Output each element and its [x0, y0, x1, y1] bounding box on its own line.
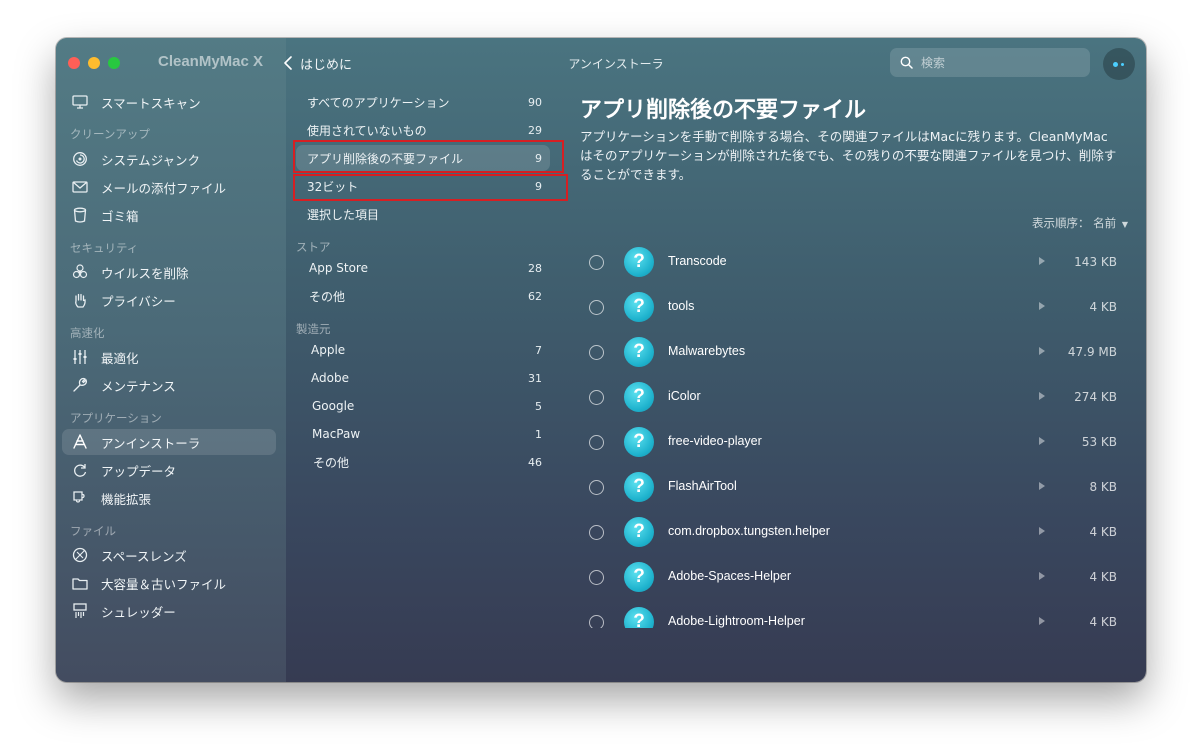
app-name: tools — [668, 299, 695, 313]
zoom-window-button[interactable] — [108, 57, 120, 69]
expand-arrow-icon[interactable] — [1038, 436, 1046, 446]
envelope-icon — [71, 178, 89, 196]
unknown-app-icon: ? — [624, 337, 654, 367]
titlebar: CleanMyMac X はじめに アンインストーラ 検索 — [56, 38, 1146, 88]
app-name: Adobe-Lightroom-Helper — [668, 614, 805, 628]
app-name: free-video-player — [668, 434, 762, 448]
back-label: はじめに — [300, 57, 353, 73]
assistant-dot — [1113, 62, 1118, 67]
app-row[interactable]: ? Malwarebytes 47.9 MB — [580, 330, 1120, 375]
sidebar-item-label: システムジャンク — [101, 152, 201, 168]
expand-arrow-icon[interactable] — [1038, 256, 1046, 266]
filter-selected-items[interactable]: 選択した項目 — [296, 201, 550, 227]
highlight-box — [293, 174, 568, 201]
filter-label: 使用されていないもの — [307, 123, 427, 138]
app-row[interactable]: ? com.dropbox.tungsten.helper 4 KB — [580, 510, 1120, 555]
monitor-icon — [71, 93, 89, 111]
unknown-app-icon: ? — [624, 292, 654, 322]
unknown-app-icon: ? — [624, 472, 654, 502]
unknown-app-icon: ? — [624, 607, 654, 628]
sidebar-item-label: スマートスキャン — [101, 95, 201, 111]
window-title: アンインストーラ — [568, 57, 664, 71]
sidebar-item-label: メールの添付ファイル — [101, 180, 227, 196]
app-size: 4 KB — [1089, 615, 1117, 628]
search-input[interactable]: 検索 — [890, 48, 1090, 77]
sidebar-item-mail-attachments[interactable]: メールの添付ファイル — [62, 174, 276, 200]
select-checkbox[interactable] — [589, 345, 604, 360]
sidebar-section-cleanup: クリーンアップ — [70, 127, 150, 141]
app-row[interactable]: ? iColor 274 KB — [580, 375, 1120, 420]
expand-arrow-icon[interactable] — [1038, 346, 1046, 356]
select-checkbox[interactable] — [589, 435, 604, 450]
app-row[interactable]: ? free-video-player 53 KB — [580, 420, 1120, 465]
page-description: アプリケーションを手動で削除する場合、その関連ファイルはMacに残ります。Cle… — [580, 129, 1117, 182]
expand-arrow-icon[interactable] — [1038, 616, 1046, 626]
filter-count: 29 — [528, 123, 542, 137]
expand-arrow-icon[interactable] — [1038, 526, 1046, 536]
app-size: 53 KB — [1081, 435, 1117, 449]
app-size: 143 KB — [1074, 255, 1117, 269]
chevron-left-icon — [284, 56, 292, 70]
app-row[interactable]: ? FlashAirTool 8 KB — [580, 465, 1120, 510]
sidebar-item-smart-scan[interactable]: スマートスキャン — [62, 89, 276, 115]
sort-label: 表示順序： — [1032, 216, 1090, 230]
select-checkbox[interactable] — [589, 615, 604, 628]
search-icon — [900, 56, 913, 69]
app-name: com.dropbox.tungsten.helper — [668, 524, 830, 538]
unknown-app-icon: ? — [624, 427, 654, 457]
expand-arrow-icon[interactable] — [1038, 301, 1046, 311]
app-size: 4 KB — [1089, 525, 1117, 539]
assistant-button[interactable] — [1103, 48, 1135, 80]
select-checkbox[interactable] — [589, 390, 604, 405]
unknown-app-icon: ? — [624, 562, 654, 592]
unknown-app-icon: ? — [624, 517, 654, 547]
chevron-down-icon: ▼ — [1121, 220, 1128, 229]
assistant-dot-small — [1121, 63, 1124, 66]
app-size: 274 KB — [1074, 390, 1117, 404]
expand-arrow-icon[interactable] — [1038, 481, 1046, 491]
sidebar-item-label: ゴミ箱 — [101, 208, 139, 224]
app-row[interactable]: ? Adobe-Lightroom-Helper 4 KB — [580, 600, 1120, 628]
trash-icon — [71, 206, 89, 224]
app-name: Adobe-Spaces-Helper — [668, 569, 791, 583]
sort-value: 名前 — [1093, 216, 1117, 230]
filter-all-apps[interactable]: すべてのアプリケーション 90 — [296, 89, 550, 115]
filter-label: すべてのアプリケーション — [307, 95, 450, 110]
app-name: FlashAirTool — [668, 479, 737, 493]
sort-control[interactable]: 表示順序： 名前 ▼ — [1032, 215, 1128, 231]
app-window: CleanMyMac X はじめに アンインストーラ 検索 スマートスキャン ク… — [56, 38, 1146, 682]
select-checkbox[interactable] — [589, 570, 604, 585]
select-checkbox[interactable] — [589, 525, 604, 540]
back-button[interactable]: はじめに — [284, 52, 352, 74]
select-checkbox[interactable] — [589, 480, 604, 495]
sidebar-item-trash[interactable]: ゴミ箱 — [62, 202, 276, 228]
search-placeholder: 検索 — [921, 56, 946, 70]
filter-label: 選択した項目 — [307, 207, 380, 222]
app-size: 4 KB — [1089, 300, 1117, 314]
unknown-app-icon: ? — [624, 247, 654, 277]
page-title: アプリ削除後の不要ファイル — [580, 98, 867, 123]
highlight-box — [293, 140, 564, 173]
select-checkbox[interactable] — [589, 300, 604, 315]
app-row[interactable]: ? Adobe-Spaces-Helper 4 KB — [580, 555, 1120, 600]
app-list: ? Transcode 143 KB ? tools 4 KB ? Malwar… — [56, 238, 1146, 628]
select-checkbox[interactable] — [589, 255, 604, 270]
app-name: iColor — [668, 389, 701, 403]
app-size: 47.9 MB — [1067, 345, 1117, 359]
unknown-app-icon: ? — [624, 382, 654, 412]
app-title: CleanMyMac X — [158, 53, 264, 70]
close-window-button[interactable] — [68, 57, 80, 69]
app-size: 8 KB — [1089, 480, 1117, 494]
app-name: Transcode — [668, 254, 727, 268]
filter-count: 90 — [528, 95, 542, 109]
app-name: Malwarebytes — [668, 344, 746, 358]
minimize-window-button[interactable] — [88, 57, 100, 69]
expand-arrow-icon[interactable] — [1038, 391, 1046, 401]
expand-arrow-icon[interactable] — [1038, 571, 1046, 581]
app-row[interactable]: ? Transcode 143 KB — [580, 240, 1120, 285]
swirl-icon — [71, 150, 89, 168]
sidebar-item-system-junk[interactable]: システムジャンク — [62, 146, 276, 172]
app-row[interactable]: ? tools 4 KB — [580, 285, 1120, 330]
app-size: 4 KB — [1089, 570, 1117, 584]
